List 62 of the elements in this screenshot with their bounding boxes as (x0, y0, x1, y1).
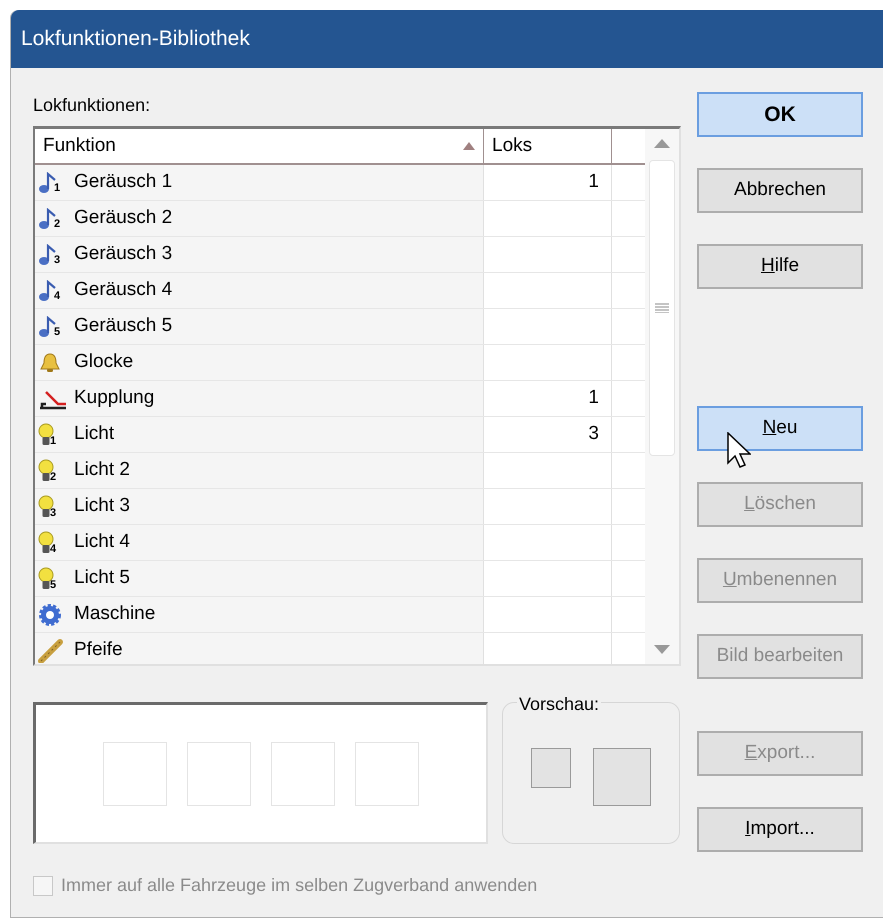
grip-icon (655, 303, 669, 313)
music-note-icon (38, 208, 58, 230)
function-name: Geräusch 1 (74, 170, 172, 194)
dialog-button[interactable]: Import... (697, 807, 863, 852)
icon-number: 1 (50, 436, 56, 446)
dialog-button[interactable]: Neu (697, 406, 863, 451)
function-name: Geräusch 5 (74, 314, 172, 338)
music-note-icon (38, 244, 58, 266)
icon-number: 2 (54, 218, 60, 230)
window-title: Lokfunktionen-Bibliothek (21, 26, 250, 52)
icon-number: 2 (50, 472, 56, 482)
function-name: Licht 2 (74, 458, 130, 482)
icon-number: 1 (54, 182, 60, 194)
icon-number: 4 (50, 544, 56, 554)
function-name: Kupplung (74, 386, 154, 410)
large-preview (593, 748, 651, 806)
checkbox-label: Immer auf alle Fahrzeuge im selben Zugverband anwenden (61, 874, 538, 897)
dialog-button[interactable]: Abbrechen (697, 168, 863, 213)
bell-icon (38, 352, 62, 374)
light-bulb-icon (38, 422, 54, 446)
icon-number: 4 (54, 290, 60, 302)
column-header[interactable]: Loks (484, 129, 612, 163)
light-bulb-icon (38, 494, 54, 518)
loks-count: 3 (588, 422, 599, 446)
music-note-icon (38, 172, 58, 194)
function-name: Geräusch 2 (74, 206, 172, 230)
light-bulb-icon (38, 458, 54, 482)
image-slot[interactable] (187, 742, 251, 806)
function-name: Geräusch 3 (74, 242, 172, 266)
function-name: Glocke (74, 350, 134, 374)
image-slot[interactable] (103, 742, 167, 806)
loks-count: 1 (588, 386, 599, 410)
whistle-icon (38, 638, 64, 662)
scroll-down-icon[interactable] (654, 645, 670, 654)
icon-number: 5 (50, 580, 56, 590)
function-name: Licht 5 (74, 566, 130, 590)
function-name: Licht 4 (74, 530, 130, 554)
icon-number: 3 (54, 254, 60, 266)
function-name: Maschine (74, 602, 156, 626)
small-preview (531, 748, 571, 788)
icon-number: 3 (50, 508, 56, 518)
music-note-icon (38, 280, 58, 302)
light-bulb-icon (38, 566, 54, 590)
image-slot[interactable] (271, 742, 335, 806)
column-header[interactable]: Funktion (35, 129, 484, 163)
scroll-up-icon[interactable] (654, 139, 670, 148)
music-note-icon (38, 316, 58, 338)
list-label: Lokfunktionen: (33, 94, 152, 117)
function-name: Geräusch 4 (74, 278, 172, 302)
light-bulb-icon (38, 530, 54, 554)
dialog-button[interactable]: Hilfe (697, 244, 863, 289)
image-slot[interactable] (355, 742, 419, 806)
function-name: Pfeife (74, 638, 123, 662)
icon-number: 5 (54, 326, 60, 338)
function-name: Licht 3 (74, 494, 130, 518)
scroll-thumb[interactable] (649, 160, 675, 456)
dialog-button[interactable]: OK (697, 92, 863, 137)
scrollbar[interactable] (645, 129, 679, 664)
mouse-cursor-icon (727, 432, 751, 468)
function-name: Licht (74, 422, 114, 446)
gear-icon (38, 602, 62, 626)
loks-count: 1 (588, 170, 599, 194)
